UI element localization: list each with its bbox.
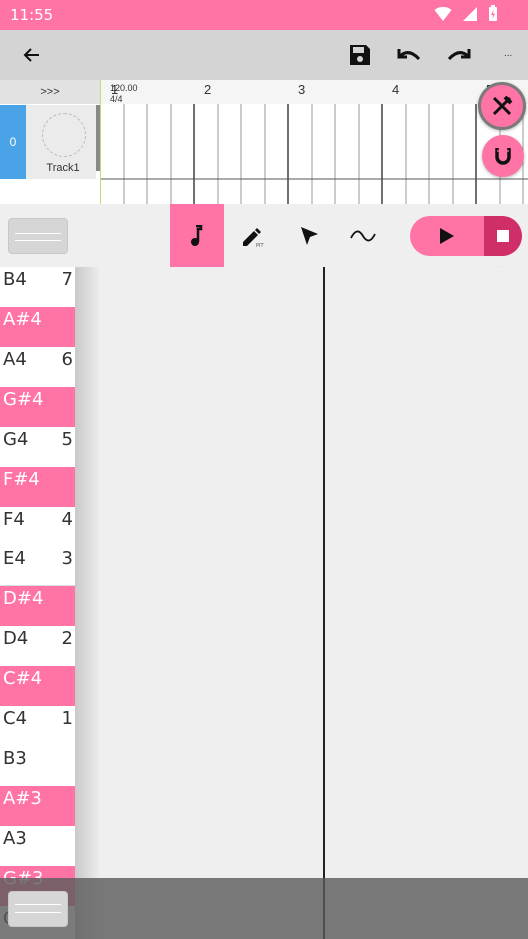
svg-text:PIT: PIT <box>256 243 264 248</box>
bar-line <box>323 267 325 939</box>
undo-button[interactable] <box>394 40 424 70</box>
piano-roll-grid[interactable] <box>99 267 528 939</box>
tracks-panel: >>> 1 2 3 4 5 120.00 4/4 0 Track1 <box>0 80 528 204</box>
music-note-icon <box>191 224 203 246</box>
transport-controls <box>410 216 522 256</box>
curve-tool-button[interactable] <box>336 204 390 267</box>
stop-button[interactable] <box>484 216 522 256</box>
keyboard-shadow <box>75 267 99 939</box>
piano-key[interactable]: E4 3 <box>0 546 75 586</box>
snap-magnet-button-top[interactable] <box>482 135 524 177</box>
note-tool-button[interactable] <box>170 204 224 267</box>
timeline-ruler[interactable]: 1 2 3 4 5 <box>101 80 528 104</box>
status-bar: 11:55 <box>0 0 528 30</box>
pointer-arrow-icon <box>301 226 318 245</box>
piano-key[interactable]: F#4 <box>0 467 75 507</box>
pencil-icon: PIT <box>243 227 264 248</box>
bottom-resize-handle[interactable] <box>8 891 68 927</box>
bar-number: 3 <box>298 82 306 97</box>
piano-key[interactable]: C4 1 <box>0 706 75 746</box>
piano-key[interactable]: D#4 <box>0 586 75 626</box>
battery-icon <box>489 5 497 21</box>
undo-icon <box>397 49 421 61</box>
play-icon <box>440 228 454 244</box>
top-toolbar: ... <box>0 30 528 80</box>
tracks-expand-toggle[interactable]: >>> <box>0 80 100 104</box>
track-name: Track1 <box>46 162 80 174</box>
tempo-value: 120.00 <box>110 83 138 93</box>
piano-key[interactable]: C#4 <box>0 666 75 706</box>
piano-key[interactable]: B4 7 <box>0 267 75 307</box>
tempo-display: 120.00 4/4 <box>110 83 138 105</box>
redo-button[interactable] <box>444 40 474 70</box>
track-instrument-circle[interactable] <box>42 113 86 157</box>
playhead-start-line <box>100 80 101 204</box>
piano-key[interactable]: G#4 <box>0 387 75 427</box>
play-button[interactable] <box>410 216 484 256</box>
piano-key[interactable]: B3 <box>0 746 75 786</box>
piano-key[interactable]: A#4 <box>0 307 75 347</box>
piano-key[interactable]: A#3 <box>0 786 75 826</box>
arrow-back-icon <box>23 48 39 62</box>
piano-key[interactable]: D4 2 <box>0 626 75 666</box>
piano-key[interactable]: A4 6 <box>0 347 75 387</box>
wave-icon <box>350 230 376 241</box>
piano-key[interactable]: A3 <box>0 826 75 866</box>
piano-key[interactable]: F4 4 <box>0 507 75 547</box>
status-icons <box>434 5 498 22</box>
overflow-menu[interactable]: ... <box>504 48 512 59</box>
status-time: 11:55 <box>10 6 54 24</box>
piano-key[interactable]: G4 5 <box>0 427 75 467</box>
wifi-icon <box>434 6 452 21</box>
stop-icon <box>497 230 509 242</box>
select-tool-button[interactable] <box>282 204 336 267</box>
resize-handle[interactable] <box>8 218 68 254</box>
redo-icon <box>447 49 471 61</box>
bottom-panel-bar <box>0 878 528 939</box>
signal-icon <box>463 6 477 21</box>
track-number[interactable]: 0 <box>0 105 26 179</box>
save-icon <box>350 45 370 65</box>
piano-keyboard: B4 7 A#4 A4 6 G#4 G4 5 F#4 F4 4 E4 3 D#4 D4 2 … <box>0 267 75 939</box>
tools-toggle-button[interactable] <box>478 82 526 130</box>
cross-tools-icon <box>492 95 513 116</box>
track-grid[interactable] <box>100 104 528 204</box>
bar-number: 2 <box>204 82 212 97</box>
back-button[interactable] <box>17 40 47 70</box>
magnet-icon <box>495 148 511 165</box>
pencil-tool-button[interactable]: PIT <box>226 204 280 267</box>
bar-number: 4 <box>392 82 400 97</box>
save-button[interactable] <box>345 40 375 70</box>
edit-tool-row: PIT <box>0 204 528 267</box>
